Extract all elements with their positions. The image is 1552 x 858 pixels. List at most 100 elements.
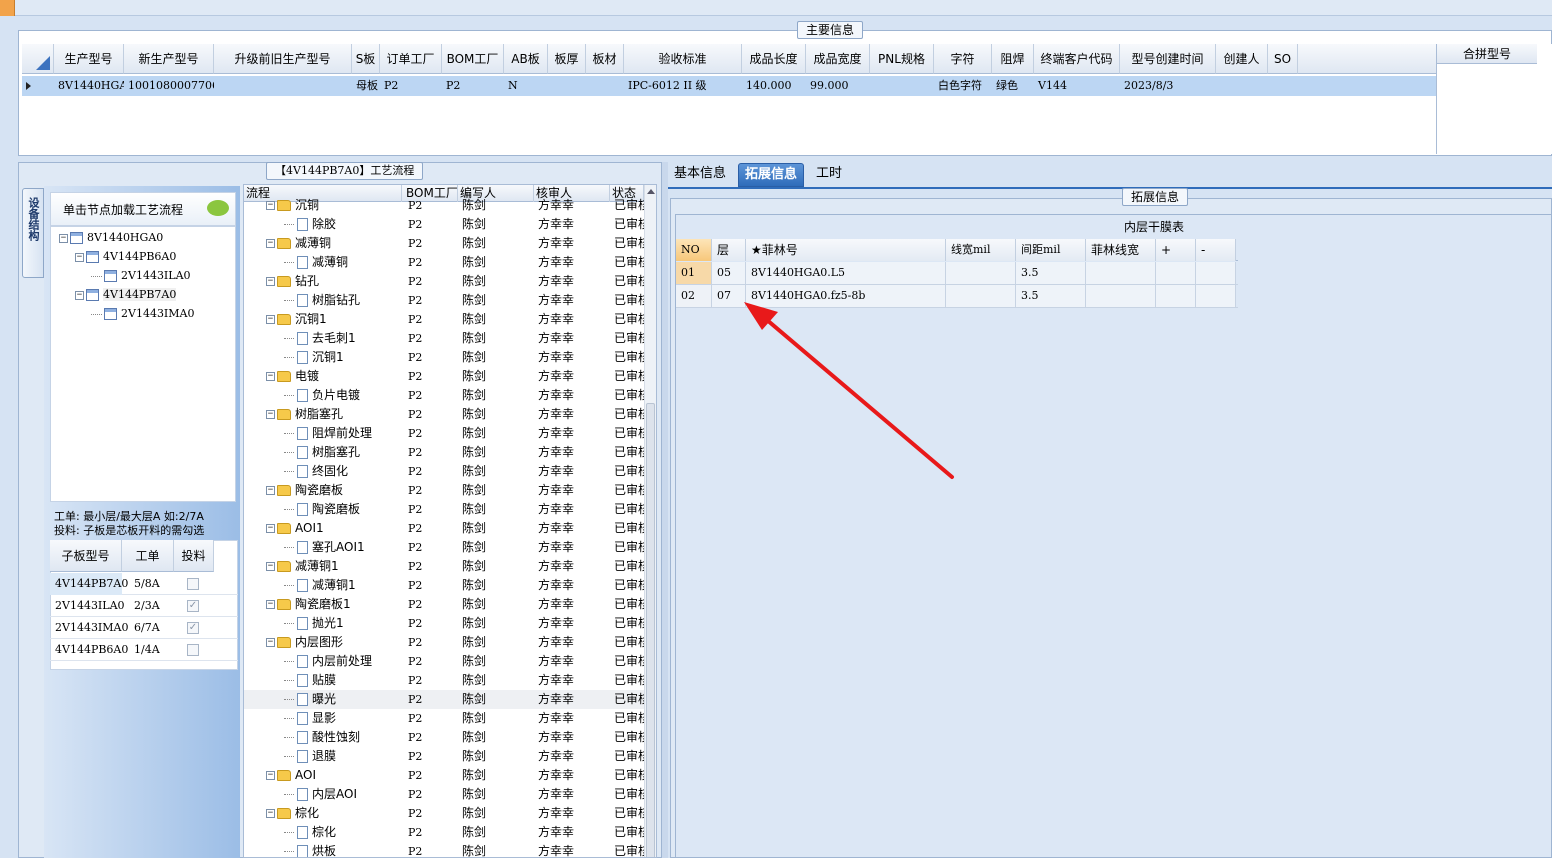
flow-row[interactable]: − 减薄铜 P2 陈剑 方幸幸 已审核 <box>244 234 644 253</box>
main-col-header[interactable]: 成品宽度 <box>806 44 870 74</box>
sub-board-row[interactable]: 4V144PB6A0 1/4A <box>50 639 238 661</box>
flow-row[interactable]: − 减薄铜1 P2 陈剑 方幸幸 已审核 <box>244 557 644 576</box>
flow-row[interactable]: 退膜 P2 陈剑 方幸幸 已审核 <box>244 747 644 766</box>
main-col-header[interactable]: 阻焊 <box>992 44 1034 74</box>
flow-row[interactable]: − 陶瓷磨板1 P2 陈剑 方幸幸 已审核 <box>244 595 644 614</box>
flow-row[interactable]: 陶瓷磨板 P2 陈剑 方幸幸 已审核 <box>244 500 644 519</box>
dryfilm-col-header[interactable]: ★菲林号 <box>746 239 946 261</box>
sub-board-row[interactable]: 2V1443IMA0 6/7A ✓ <box>50 617 238 639</box>
tab-extend[interactable]: 拓展信息 <box>738 163 805 187</box>
flow-row[interactable]: 显影 P2 陈剑 方幸幸 已审核 <box>244 709 644 728</box>
flow-collapse-icon[interactable]: − <box>266 486 275 495</box>
main-col-header[interactable]: 成品长度 <box>742 44 806 74</box>
main-col-header[interactable]: AB板 <box>504 44 548 74</box>
flow-row[interactable]: 烘板 P2 陈剑 方幸幸 已审核 <box>244 842 644 857</box>
flow-collapse-icon[interactable]: − <box>266 771 275 780</box>
main-data-row[interactable]: 8V1440HGA0 10010800077061 母板 P2 P2 N IPC-6012 … <box>22 76 1436 96</box>
flow-row[interactable]: 贴膜 P2 陈剑 方幸幸 已审核 <box>244 671 644 690</box>
tree-node-item[interactable]: 2V1443IMA0 <box>91 305 195 323</box>
main-col-header[interactable]: PNL规格 <box>870 44 934 74</box>
flow-collapse-icon[interactable]: − <box>266 638 275 647</box>
tree-collapse-icon[interactable]: − <box>75 252 84 262</box>
flow-row[interactable]: − 电镀 P2 陈剑 方幸幸 已审核 <box>244 367 644 386</box>
flow-row[interactable]: − AOI1 P2 陈剑 方幸幸 已审核 <box>244 519 644 538</box>
sub-col-header[interactable]: 投料 <box>174 540 214 572</box>
dryfilm-cell[interactable] <box>1086 262 1156 284</box>
main-col-header[interactable]: BOM工厂 <box>442 44 504 74</box>
flow-scroll-thumb[interactable] <box>646 403 655 857</box>
flow-row[interactable]: 树脂钻孔 P2 陈剑 方幸幸 已审核 <box>244 291 644 310</box>
flow-collapse-icon[interactable]: − <box>266 410 275 419</box>
flow-row[interactable]: − AOI P2 陈剑 方幸幸 已审核 <box>244 766 644 785</box>
flow-collapse-icon[interactable]: − <box>266 600 275 609</box>
flow-row[interactable]: 塞孔AOI1 P2 陈剑 方幸幸 已审核 <box>244 538 644 557</box>
dryfilm-cell[interactable]: 05 <box>712 262 746 284</box>
feed-checkbox[interactable] <box>187 644 199 656</box>
main-col-header[interactable]: 型号创建时间 <box>1120 44 1216 74</box>
feed-checkbox[interactable] <box>187 578 199 590</box>
dryfilm-cell[interactable]: 3.5 <box>1016 285 1086 307</box>
dryfilm-col-header[interactable]: 层 <box>712 239 746 261</box>
dryfilm-row[interactable]: 01 05 8V1440HGA0.L5 3.5 <box>676 262 1238 285</box>
main-col-header[interactable]: S板 <box>352 44 380 74</box>
dryfilm-col-header[interactable]: + <box>1156 239 1196 261</box>
sub-board-row[interactable]: 4V144PB7A0 5/8A <box>50 573 238 595</box>
scroll-up-arrow-icon[interactable] <box>647 189 655 194</box>
flow-collapse-icon[interactable]: − <box>266 809 275 818</box>
main-col-header[interactable]: 升级前旧生产型号 <box>214 44 352 74</box>
flow-collapse-icon[interactable]: − <box>266 562 275 571</box>
main-col-header[interactable]: 字符 <box>934 44 992 74</box>
flow-row[interactable]: 去毛刺1 P2 陈剑 方幸幸 已审核 <box>244 329 644 348</box>
tab-hours[interactable]: 工时 <box>810 163 848 187</box>
flow-row[interactable]: 减薄铜 P2 陈剑 方幸幸 已审核 <box>244 253 644 272</box>
tree-collapse-icon[interactable]: − <box>75 290 84 300</box>
main-col-header[interactable]: 板厚 <box>548 44 586 74</box>
dryfilm-cell[interactable]: 8V1440HGA0.L5 <box>746 262 946 284</box>
dryfilm-cell[interactable] <box>1086 285 1156 307</box>
main-col-header[interactable]: 终端客户代码 <box>1034 44 1120 74</box>
flow-row[interactable]: 负片电镀 P2 陈剑 方幸幸 已审核 <box>244 386 644 405</box>
dryfilm-col-header[interactable]: 线宽mil <box>946 239 1016 261</box>
flow-collapse-icon[interactable]: − <box>266 524 275 533</box>
feed-checkbox[interactable]: ✓ <box>187 622 199 634</box>
dryfilm-col-header[interactable]: - <box>1196 239 1236 261</box>
dryfilm-cell[interactable] <box>1156 262 1196 284</box>
main-col-header[interactable]: 创建人 <box>1216 44 1268 74</box>
flow-row[interactable]: − 内层图形 P2 陈剑 方幸幸 已审核 <box>244 633 644 652</box>
flow-collapse-icon[interactable]: − <box>266 315 275 324</box>
flow-row[interactable]: 酸性蚀刻 P2 陈剑 方幸幸 已审核 <box>244 728 644 747</box>
flow-row[interactable]: − 棕化 P2 陈剑 方幸幸 已审核 <box>244 804 644 823</box>
dryfilm-cell[interactable] <box>946 262 1016 284</box>
dryfilm-cell[interactable] <box>1156 285 1196 307</box>
flow-row[interactable]: 棕化 P2 陈剑 方幸幸 已审核 <box>244 823 644 842</box>
flow-collapse-icon[interactable]: − <box>266 277 275 286</box>
feed-checkbox[interactable]: ✓ <box>187 600 199 612</box>
main-col-header[interactable]: 生产型号 <box>54 44 124 74</box>
tree-node-item[interactable]: − 4V144PB7A0 <box>75 286 177 304</box>
flow-row[interactable]: − 沉铜 P2 陈剑 方幸幸 已审核 <box>244 196 644 215</box>
flow-collapse-icon[interactable]: − <box>266 239 275 248</box>
tree-node-item[interactable]: − 4V144PB6A0 <box>75 248 176 266</box>
flow-row[interactable]: 内层前处理 P2 陈剑 方幸幸 已审核 <box>244 652 644 671</box>
dryfilm-cell[interactable]: 3.5 <box>1016 262 1086 284</box>
dryfilm-cell[interactable] <box>1196 262 1236 284</box>
flow-row[interactable]: − 树脂塞孔 P2 陈剑 方幸幸 已审核 <box>244 405 644 424</box>
flow-row[interactable]: − 钻孔 P2 陈剑 方幸幸 已审核 <box>244 272 644 291</box>
main-col-header[interactable]: 板材 <box>586 44 624 74</box>
main-col-header[interactable]: SO <box>1268 44 1298 74</box>
dryfilm-col-header[interactable]: 间距mil <box>1016 239 1086 261</box>
flow-row[interactable]: 树脂塞孔 P2 陈剑 方幸幸 已审核 <box>244 443 644 462</box>
dryfilm-col-header[interactable]: NO <box>676 239 712 261</box>
main-col-header[interactable]: 订单工厂 <box>380 44 442 74</box>
sub-board-row[interactable]: 2V1443ILA0 2/3A ✓ <box>50 595 238 617</box>
flow-collapse-icon[interactable]: − <box>266 201 275 210</box>
sub-col-header[interactable]: 子板型号 <box>50 540 122 572</box>
flow-scrollbar[interactable] <box>644 185 656 857</box>
flow-row[interactable]: − 陶瓷磨板 P2 陈剑 方幸幸 已审核 <box>244 481 644 500</box>
main-col-header[interactable]: 新生产型号 <box>124 44 214 74</box>
device-structure-tab[interactable]: 设备结构 <box>22 188 44 278</box>
flow-row[interactable]: 阻焊前处理 P2 陈剑 方幸幸 已审核 <box>244 424 644 443</box>
flow-row[interactable]: 除胶 P2 陈剑 方幸幸 已审核 <box>244 215 644 234</box>
flow-row[interactable]: 终固化 P2 陈剑 方幸幸 已审核 <box>244 462 644 481</box>
tree-collapse-icon[interactable]: − <box>59 233 68 243</box>
